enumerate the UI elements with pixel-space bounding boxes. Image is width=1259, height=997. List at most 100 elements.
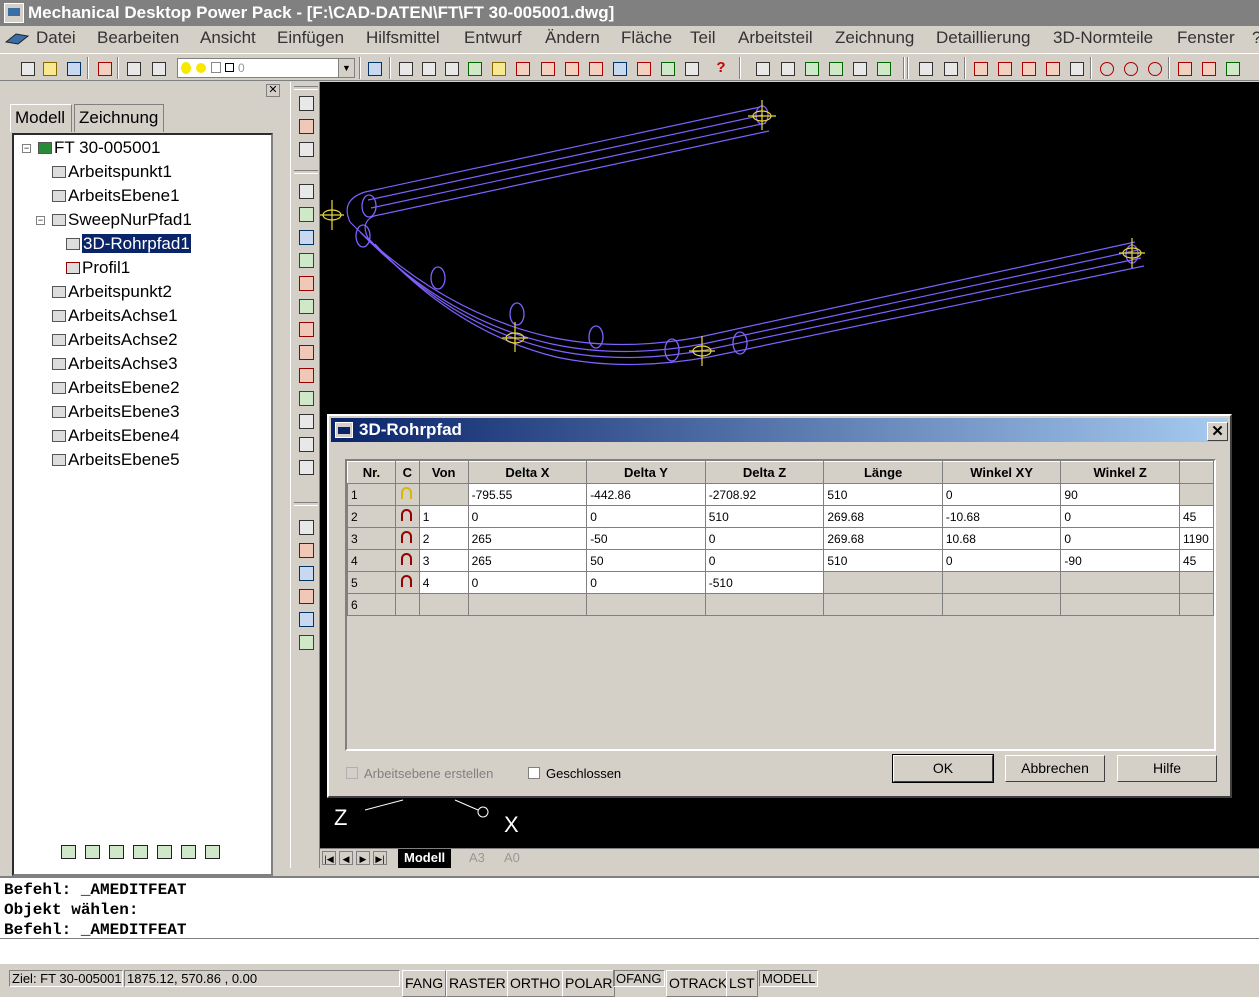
vtool-icon-12[interactable] bbox=[296, 366, 316, 384]
menu-zeichnung[interactable]: Zeichnung bbox=[835, 28, 914, 48]
browser-tool-icon-7[interactable] bbox=[202, 842, 222, 860]
tool-icon-7[interactable] bbox=[537, 58, 557, 78]
cell-von[interactable]: 2 bbox=[418, 527, 469, 550]
cell-dx[interactable]: 0 bbox=[467, 505, 588, 528]
col-winkel-z[interactable]: Winkel Z bbox=[1060, 461, 1180, 484]
menu-3d-normteile[interactable]: 3D-Normteile bbox=[1053, 28, 1153, 48]
cell-extra[interactable] bbox=[1178, 571, 1215, 594]
row-number-cell[interactable]: 3 bbox=[347, 527, 396, 550]
toggle-lst[interactable]: LST bbox=[726, 970, 758, 997]
magnet-icon[interactable] bbox=[400, 487, 412, 499]
cell-dz[interactable]: -2708.92 bbox=[704, 483, 825, 506]
tool-icon-20[interactable] bbox=[970, 58, 990, 78]
row-number-cell[interactable]: 2 bbox=[347, 505, 396, 528]
cell-wxy[interactable] bbox=[941, 571, 1062, 594]
table-row[interactable]: 4 3 265 50 0 510 0 -90 45 bbox=[347, 549, 1215, 572]
tree-node[interactable]: Arbeitspunkt1 bbox=[52, 161, 172, 183]
cell-len[interactable] bbox=[823, 593, 943, 616]
tree-node[interactable]: Profil1 bbox=[66, 257, 130, 279]
cell-wxy[interactable] bbox=[941, 593, 1062, 616]
col-delta-y[interactable]: Delta Y bbox=[586, 461, 706, 484]
cell-dy[interactable]: -50 bbox=[586, 527, 706, 550]
ok-button[interactable]: OK bbox=[892, 754, 994, 783]
vtool-icon-3[interactable] bbox=[296, 140, 316, 158]
cell-len[interactable]: 269.68 bbox=[823, 527, 943, 550]
cell-dz[interactable]: -510 bbox=[704, 571, 825, 594]
toggle-raster[interactable]: RASTER bbox=[446, 970, 509, 997]
tool-icon-11[interactable] bbox=[633, 58, 653, 78]
line-icon[interactable] bbox=[915, 58, 935, 78]
menu-aendern[interactable]: Ändern bbox=[545, 28, 600, 48]
cell-von[interactable]: 3 bbox=[418, 549, 469, 572]
menu-detaillierung[interactable]: Detaillierung bbox=[936, 28, 1031, 48]
constraint-cell[interactable] bbox=[394, 527, 420, 550]
cell-extra[interactable] bbox=[1178, 483, 1215, 506]
cell-dx[interactable]: 265 bbox=[467, 549, 588, 572]
vtool-icon-14[interactable] bbox=[296, 412, 316, 430]
tool-icon-4[interactable] bbox=[464, 58, 484, 78]
cell-wz[interactable]: 90 bbox=[1060, 483, 1180, 506]
tool-icon-23[interactable] bbox=[1042, 58, 1062, 78]
tool-icon-17[interactable] bbox=[825, 58, 845, 78]
vtool-icon-19[interactable] bbox=[296, 564, 316, 582]
menu-bearbeiten[interactable]: Bearbeiten bbox=[97, 28, 179, 48]
cell-dz[interactable]: 510 bbox=[704, 505, 825, 528]
cell-dx[interactable]: 265 bbox=[467, 527, 588, 550]
tree-node[interactable]: ArbeitsEbene4 bbox=[52, 425, 180, 447]
table-row[interactable]: 5 4 0 0 -510 bbox=[347, 571, 1215, 594]
vtool-icon-2[interactable] bbox=[296, 117, 316, 135]
tool-icon-12[interactable] bbox=[657, 58, 677, 78]
layer-manager-icon[interactable] bbox=[123, 58, 143, 78]
row-number-cell[interactable]: 1 bbox=[347, 483, 396, 506]
cell-dx[interactable]: -795.55 bbox=[467, 483, 588, 506]
tree-node[interactable]: Arbeitspunkt2 bbox=[52, 281, 172, 303]
cell-dz[interactable]: 0 bbox=[704, 549, 825, 572]
tree-node-selected[interactable]: 3D-Rohrpfad1 bbox=[66, 233, 191, 255]
browser-tool-icon-3[interactable] bbox=[106, 842, 126, 860]
cell-dy[interactable]: 0 bbox=[586, 505, 706, 528]
vtool-icon-11[interactable] bbox=[296, 343, 316, 361]
vtool-icon-22[interactable] bbox=[296, 633, 316, 651]
constraint-cell[interactable] bbox=[394, 483, 420, 506]
vtool-icon-1[interactable] bbox=[296, 94, 316, 112]
cell-dz[interactable] bbox=[704, 593, 825, 616]
collapse-icon[interactable]: − bbox=[22, 144, 31, 153]
constraint-cell[interactable] bbox=[394, 505, 420, 528]
tab-modell[interactable]: Modell bbox=[10, 104, 72, 132]
cell-wz[interactable]: 0 bbox=[1060, 505, 1180, 528]
toggle-ortho[interactable]: ORTHO bbox=[507, 970, 564, 997]
vtool-icon-15[interactable] bbox=[296, 435, 316, 453]
browser-tree[interactable]: − FT 30-005001 Arbeitspunkt1 ArbeitsEben… bbox=[12, 133, 273, 876]
cell-wxy[interactable]: 10.68 bbox=[941, 527, 1062, 550]
cell-von[interactable] bbox=[418, 483, 469, 506]
browser-tool-icon-5[interactable] bbox=[154, 842, 174, 860]
vtool-icon-17[interactable] bbox=[296, 518, 316, 536]
cell-wz[interactable] bbox=[1060, 571, 1180, 594]
help-button[interactable]: Hilfe bbox=[1117, 755, 1217, 782]
tree-node[interactable]: ArbeitsEbene2 bbox=[52, 377, 180, 399]
menu-help[interactable]: ? bbox=[1252, 28, 1259, 48]
constraint-cell[interactable] bbox=[394, 571, 420, 594]
layer-dropdown[interactable]: 0 ▼ bbox=[177, 58, 355, 78]
toggle-modell[interactable]: MODELL bbox=[759, 970, 819, 987]
tool-icon-22[interactable] bbox=[1018, 58, 1038, 78]
vtool-icon-6[interactable] bbox=[296, 228, 316, 246]
new-icon[interactable] bbox=[17, 58, 37, 78]
command-line[interactable]: Befehl: _AMEDITFEAT Objekt wählen: Befeh… bbox=[0, 876, 1259, 964]
tool-icon-26[interactable] bbox=[1198, 58, 1218, 78]
cell-wxy[interactable]: -10.68 bbox=[941, 505, 1062, 528]
cell-dz[interactable]: 0 bbox=[704, 527, 825, 550]
vtool-icon-9[interactable] bbox=[296, 297, 316, 315]
next-tab-icon[interactable]: ▶ bbox=[356, 851, 370, 865]
menu-entwurf[interactable]: Entwurf bbox=[464, 28, 522, 48]
col-delta-z[interactable]: Delta Z bbox=[704, 461, 825, 484]
menu-arbeitsteil[interactable]: Arbeitsteil bbox=[738, 28, 813, 48]
save-icon[interactable] bbox=[63, 58, 83, 78]
cell-von[interactable]: 4 bbox=[418, 571, 469, 594]
tool-icon-27[interactable] bbox=[1222, 58, 1242, 78]
cell-len[interactable] bbox=[823, 571, 943, 594]
menu-ansicht[interactable]: Ansicht bbox=[200, 28, 256, 48]
layer-previous-icon[interactable] bbox=[148, 58, 168, 78]
row-number-cell[interactable]: 5 bbox=[347, 571, 396, 594]
tool-icon-21[interactable] bbox=[994, 58, 1014, 78]
